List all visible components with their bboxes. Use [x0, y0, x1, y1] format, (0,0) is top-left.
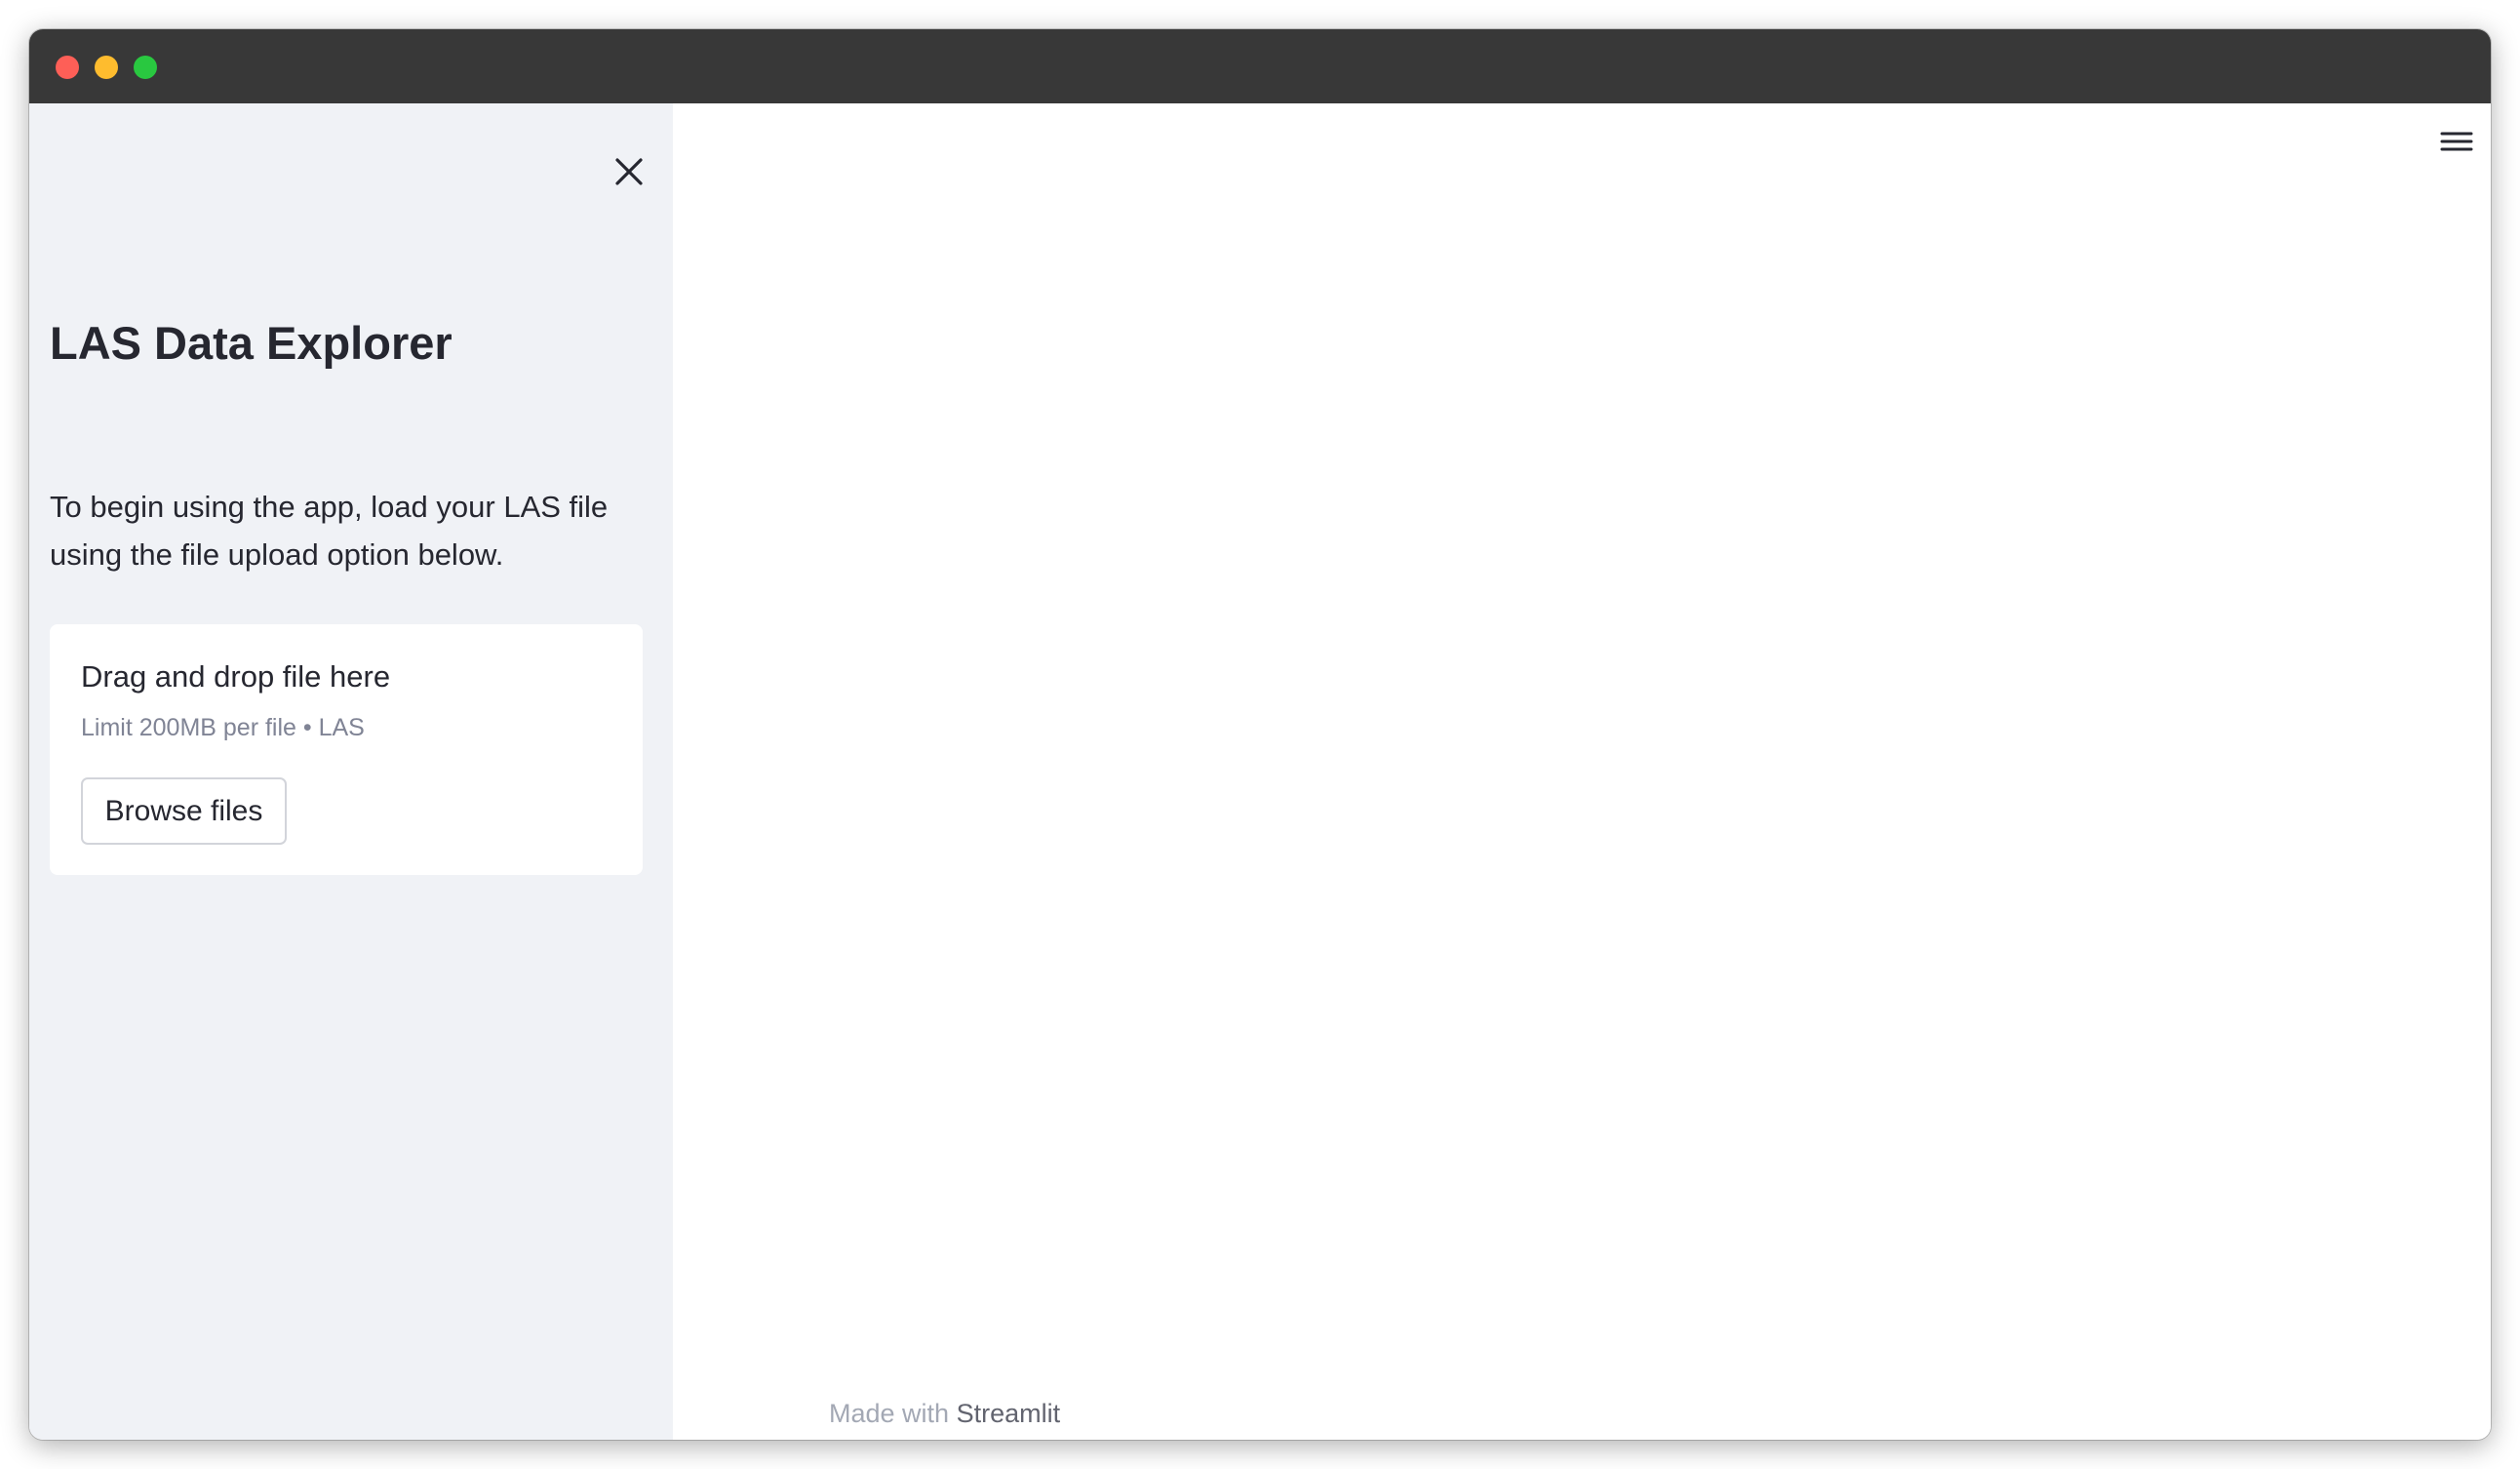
browse-files-button[interactable]: Browse files: [81, 777, 287, 845]
hamburger-menu-icon[interactable]: [2439, 125, 2474, 158]
intro-text: To begin using the app, load your LAS fi…: [50, 490, 609, 572]
dropzone-label: Drag and drop file here: [81, 659, 391, 694]
app-window: LAS Data Explorer To begin using the app…: [29, 29, 2491, 1440]
footer-prefix: Made with: [829, 1399, 957, 1428]
streamlit-link[interactable]: Streamlit: [957, 1399, 1061, 1428]
main-menu-button[interactable]: [2439, 125, 2474, 158]
close-sidebar-button[interactable]: [612, 155, 646, 188]
file-uploader-dropzone[interactable]: Drag and drop file here Limit 200MB per …: [50, 624, 643, 875]
footer: Made with Streamlit: [829, 1399, 1060, 1429]
window-titlebar: [29, 29, 2491, 103]
window-maximize-button[interactable]: [134, 56, 157, 79]
upload-limit-text: Limit 200MB per file • LAS: [81, 714, 365, 741]
close-icon[interactable]: [612, 155, 646, 188]
app-title: LAS Data Explorer: [50, 317, 453, 369]
main-content: Made with Streamlit: [673, 103, 2491, 1440]
window-minimize-button[interactable]: [95, 56, 118, 79]
sidebar: LAS Data Explorer To begin using the app…: [29, 103, 673, 1440]
window-close-button[interactable]: [56, 56, 79, 79]
